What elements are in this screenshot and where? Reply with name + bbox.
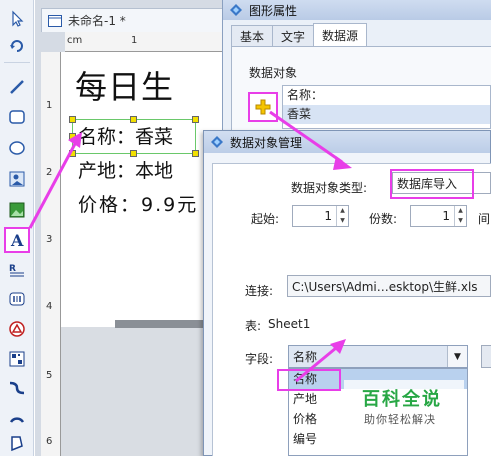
- shape-icon[interactable]: [6, 318, 28, 340]
- qrcode-icon[interactable]: [6, 348, 28, 370]
- ruler-left-tick: 2: [46, 167, 53, 178]
- field-label: 字段:: [245, 352, 274, 366]
- plus-icon: [255, 99, 271, 115]
- selection-box: [72, 119, 196, 154]
- image-icon[interactable]: [6, 168, 28, 190]
- arc-icon[interactable]: [6, 405, 28, 427]
- watermark: 百科全说 助你轻松解决: [344, 380, 464, 432]
- tab-data-source[interactable]: 数据源: [313, 23, 368, 47]
- label-price-text[interactable]: 价格：9.9元: [78, 190, 198, 217]
- left-toolbar: A R: [0, 0, 34, 456]
- ruler-top-tick: 1: [131, 35, 138, 46]
- field-value: 名称: [293, 350, 318, 364]
- copies-value: 1: [442, 209, 450, 223]
- start-spinner[interactable]: 1 ▲ ▼: [292, 205, 349, 227]
- ellipse-icon[interactable]: [6, 137, 28, 159]
- field-option-highlight: [277, 369, 341, 391]
- copies-label: 份数:: [369, 212, 398, 226]
- connect-value: C:\Users\Admi…esktop\生鲜.xls: [292, 279, 478, 294]
- tab-text[interactable]: 文字: [272, 25, 315, 47]
- tab-basic[interactable]: 基本: [231, 25, 274, 47]
- spin-down-icon[interactable]: ▼: [455, 216, 466, 226]
- label-origin-text[interactable]: 产地：本地: [78, 156, 173, 183]
- line-icon[interactable]: [6, 76, 28, 98]
- polygon-icon[interactable]: [6, 432, 28, 454]
- properties-titlebar[interactable]: 图形属性: [223, 0, 491, 20]
- resize-handle[interactable]: [192, 116, 199, 123]
- type-label: 数据对象类型:: [291, 181, 368, 195]
- copies-spinner[interactable]: 1 ▲ ▼: [410, 205, 467, 227]
- chevron-down-icon[interactable]: ▼: [447, 346, 467, 367]
- spin-up-icon[interactable]: ▲: [337, 206, 348, 216]
- curve-icon[interactable]: [6, 377, 28, 399]
- start-label: 起始:: [251, 212, 280, 226]
- properties-tabs: 基本 文字 数据源: [231, 23, 368, 47]
- field-select[interactable]: 名称 ▼: [288, 345, 468, 368]
- resize-handle[interactable]: [69, 133, 76, 140]
- resize-handle[interactable]: [69, 116, 76, 123]
- ruler-unit: cm: [67, 35, 83, 46]
- data-object-label: 数据对象: [249, 66, 298, 80]
- app-diamond-icon: [230, 4, 242, 16]
- resize-handle[interactable]: [130, 150, 137, 157]
- manager-title: 数据对象管理: [230, 135, 303, 150]
- document-tab[interactable]: 未命名-1 *: [41, 8, 231, 32]
- interval-label: 间: [478, 212, 491, 226]
- ruler-left-tick: 4: [46, 301, 53, 312]
- dropdown-item[interactable]: 编号: [289, 429, 467, 449]
- document-icon: [48, 14, 62, 27]
- manager-titlebar[interactable]: 数据对象管理: [204, 131, 490, 153]
- ruler-left-tick: 1: [46, 100, 53, 111]
- start-value: 1: [324, 209, 332, 223]
- rectangle-icon[interactable]: [6, 106, 28, 128]
- table-label: 表:: [245, 319, 262, 333]
- spin-down-icon[interactable]: ▼: [337, 216, 348, 226]
- connect-field[interactable]: C:\Users\Admi…esktop\生鲜.xls: [287, 275, 491, 297]
- multiline-text-icon[interactable]: R: [6, 259, 28, 281]
- field-side-button[interactable]: [481, 345, 491, 368]
- type-highlight: [390, 169, 474, 199]
- watermark-sub: 助你轻松解决: [364, 413, 436, 426]
- spin-up-icon[interactable]: ▲: [455, 206, 466, 216]
- ruler-horizontal: cm 1 2: [65, 32, 235, 52]
- watermark-main: 百科全说: [362, 389, 442, 410]
- ruler-left-tick: 5: [46, 370, 53, 381]
- ruler-vertical: 1 2 3 4 5 6: [41, 52, 61, 456]
- barcode-icon[interactable]: [6, 288, 28, 310]
- text-icon[interactable]: A: [4, 227, 30, 253]
- add-data-object-button[interactable]: [248, 92, 278, 122]
- rotate-icon[interactable]: [6, 34, 28, 56]
- connect-label: 连接:: [245, 284, 274, 298]
- resize-handle[interactable]: [130, 116, 137, 123]
- resize-handle[interactable]: [192, 150, 199, 157]
- list-item[interactable]: 名称：: [283, 86, 490, 105]
- app-diamond-icon: [211, 136, 223, 148]
- table-value: Sheet1: [268, 317, 311, 331]
- label-title-text[interactable]: 每日生: [75, 62, 174, 108]
- document-tab-title: 未命名-1 *: [68, 14, 126, 28]
- pointer-icon[interactable]: [6, 8, 28, 30]
- resize-handle[interactable]: [69, 150, 76, 157]
- list-item[interactable]: 香菜: [283, 105, 490, 124]
- properties-title: 图形属性: [249, 3, 298, 18]
- picture-icon[interactable]: [6, 199, 28, 221]
- svg-text:A: A: [10, 231, 24, 249]
- ruler-left-tick: 3: [46, 234, 53, 245]
- data-object-list[interactable]: 名称： 香菜: [282, 85, 491, 129]
- ruler-left-tick: 6: [46, 436, 53, 447]
